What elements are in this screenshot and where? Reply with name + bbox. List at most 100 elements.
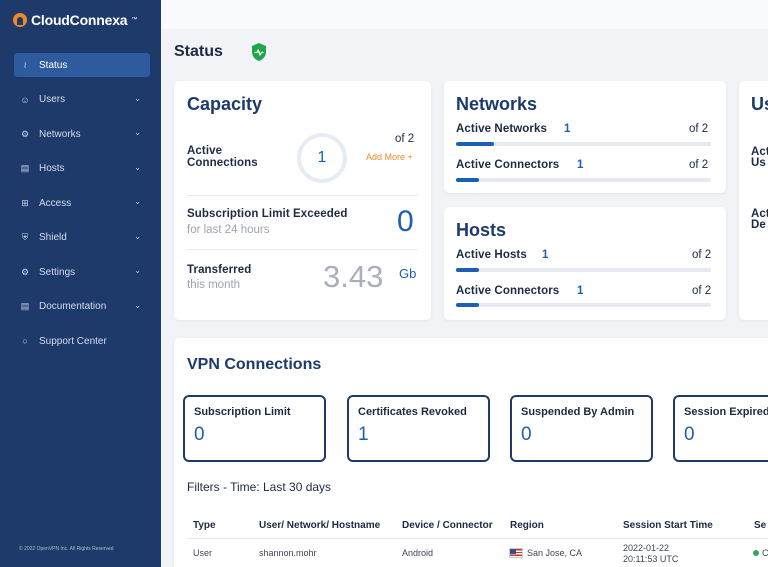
copyright-text: © 2022 OpenVPN Inc. All Rights Reserved: [19, 546, 114, 552]
progress-bar: [456, 178, 711, 182]
suspended-by-admin-box[interactable]: Suspended By Admin 0: [510, 395, 653, 462]
box-label: Session Expired: [684, 406, 768, 418]
limit-exceeded-sub: for last 24 hours: [187, 224, 270, 236]
box-label: Certificates Revoked: [358, 406, 467, 418]
top-bar: [161, 0, 768, 29]
sidebar-item-hosts[interactable]: ▤ Hosts ⌄: [14, 157, 150, 181]
chevron-down-icon: ⌄: [134, 93, 141, 103]
sidebar-item-status[interactable]: ≀ Status: [14, 53, 150, 77]
logo-text: CloudConnexa: [31, 12, 128, 28]
column-header-type[interactable]: Type: [193, 520, 216, 531]
sidebar-nav: ≀ Status ☺ Users ⌄ ⚙ Networks ⌄ ▤ Hosts …: [14, 53, 150, 364]
sidebar-item-access[interactable]: ⊞ Access ⌄: [14, 191, 150, 215]
box-value: 0: [194, 424, 205, 445]
us-flag-icon: [509, 548, 523, 558]
gear-icon: ⚙: [20, 266, 30, 277]
active-connectors-value: 1: [577, 285, 584, 297]
table-divider: [187, 538, 768, 539]
chevron-down-icon: ⌄: [134, 162, 141, 172]
active-networks-of: of 2: [689, 123, 709, 135]
transferred-sub: this month: [187, 279, 241, 291]
sidebar-item-settings[interactable]: ⚙ Settings ⌄: [14, 260, 150, 284]
active-hosts-of: of 2: [692, 249, 712, 261]
box-value: 0: [684, 424, 695, 445]
progress-bar-fill: [456, 142, 495, 146]
active-connectors-of: of 2: [692, 285, 712, 297]
sidebar-item-support-center[interactable]: ○ Support Center: [14, 329, 150, 353]
active-hosts-value: 1: [542, 249, 549, 261]
capacity-title: Capacity: [187, 94, 263, 114]
cell-region: San Jose, CA: [527, 548, 583, 558]
session-expired-box[interactable]: Session Expired 0: [673, 395, 768, 462]
active-connections-value: 1: [317, 149, 327, 166]
active-connectors-of: of 2: [689, 159, 709, 171]
server-icon: ▤: [20, 163, 30, 173]
active-connections-label: Active: [187, 145, 223, 157]
box-label: Subscription Limit: [194, 406, 291, 418]
limit-exceeded-label: Subscription Limit Exceeded: [187, 208, 348, 220]
box-value: 0: [521, 424, 532, 445]
chat-icon: ○: [22, 336, 28, 346]
progress-bar: [456, 268, 711, 272]
active-networks-label: Active Networks: [456, 123, 547, 135]
transferred-label: Transferred: [187, 264, 252, 276]
logo-icon: [13, 13, 27, 27]
add-more-link[interactable]: Add More +: [366, 152, 413, 162]
divider: [187, 249, 418, 250]
chevron-down-icon: ⌄: [134, 300, 141, 310]
sidebar-item-networks[interactable]: ⚙ Networks ⌄: [14, 122, 150, 146]
progress-bar-fill: [456, 303, 479, 307]
cell-type: User: [193, 548, 213, 558]
sidebar-item-shield[interactable]: ⛨ Shield ⌄: [14, 226, 150, 250]
active-devices-label: De: [751, 219, 766, 231]
sidebar-item-documentation[interactable]: ▤ Documentation ⌄: [14, 295, 150, 319]
column-header-status[interactable]: Se: [754, 520, 766, 531]
access-icon: ⊞: [21, 197, 29, 208]
divider: [187, 195, 418, 196]
shield-status-icon[interactable]: [250, 42, 268, 62]
vpn-connections-title: VPN Connections: [187, 356, 322, 373]
active-connections-label: Connections: [187, 157, 258, 169]
chart-icon: ≀: [23, 59, 27, 70]
sidebar-item-users[interactable]: ☺ Users ⌄: [14, 88, 150, 112]
status-dot-icon: [753, 550, 759, 556]
networks-title: Networks: [456, 94, 538, 114]
logo[interactable]: CloudConnexa ™: [13, 12, 137, 28]
book-icon: ▤: [20, 301, 30, 311]
cell-start-date: 2022-01-22: [623, 543, 670, 553]
column-header-region[interactable]: Region: [510, 520, 544, 531]
cell-user: shannon.mohr: [259, 548, 317, 558]
users-icon: ☺: [20, 94, 30, 105]
active-connectors-label: Active Connectors: [456, 285, 560, 297]
certificates-revoked-box[interactable]: Certificates Revoked 1: [347, 395, 490, 462]
sidebar-item-label: Settings: [39, 266, 76, 278]
cell-start-time: 20:11:53 UTC: [623, 554, 679, 564]
column-header-session-start[interactable]: Session Start Time: [623, 520, 713, 531]
chevron-down-icon: ⌄: [134, 128, 141, 137]
chevron-down-icon: ⌄: [134, 266, 141, 275]
box-value: 1: [358, 424, 369, 445]
sidebar-item-label: Access: [39, 197, 72, 209]
filters-label[interactable]: Filters - Time: Last 30 days: [187, 480, 331, 494]
sidebar-item-label: Networks: [39, 128, 81, 140]
progress-bar: [456, 142, 711, 146]
column-header-device[interactable]: Device / Connector: [402, 520, 493, 531]
network-icon: ⚙: [20, 128, 30, 139]
column-header-user[interactable]: User/ Network/ Hostname: [259, 520, 380, 531]
active-users-label: Us: [751, 157, 766, 169]
sidebar-item-label: Users: [39, 94, 66, 105]
chevron-down-icon: ⌄: [134, 197, 141, 206]
active-connectors-label: Active Connectors: [456, 159, 560, 171]
active-connections-of: of 2: [395, 133, 415, 145]
transferred-value: 3.43: [323, 259, 384, 294]
sidebar: CloudConnexa ™ ≀ Status ☺ Users ⌄ ⚙ Netwo…: [0, 0, 161, 567]
users-card: [739, 81, 768, 320]
box-label: Suspended By Admin: [521, 406, 635, 418]
users-title: Us: [751, 94, 768, 114]
subscription-limit-box[interactable]: Subscription Limit 0: [183, 395, 326, 462]
hosts-title: Hosts: [456, 220, 507, 240]
active-hosts-label: Active Hosts: [456, 249, 527, 261]
sidebar-item-label: Documentation: [39, 301, 107, 312]
sidebar-item-label: Shield: [39, 232, 67, 243]
limit-exceeded-value: 0: [397, 205, 414, 238]
